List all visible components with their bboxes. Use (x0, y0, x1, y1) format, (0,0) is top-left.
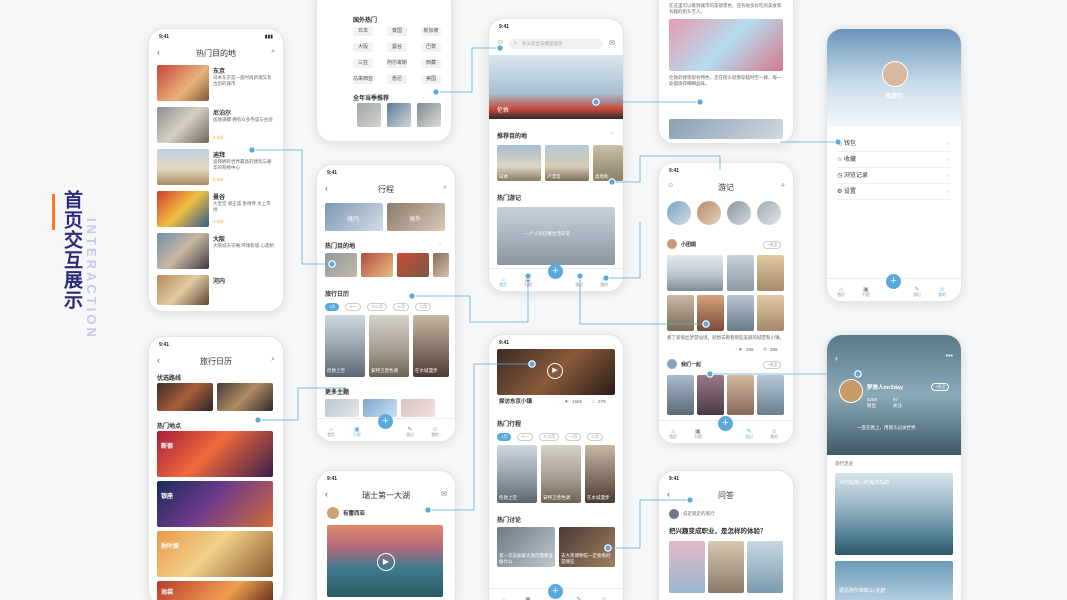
connector-node (834, 138, 842, 146)
connector-node (602, 274, 610, 282)
connector (436, 47, 500, 93)
connector (612, 155, 721, 183)
connector-node (254, 416, 262, 424)
connector (606, 222, 641, 279)
connector-node (696, 98, 704, 106)
connector-node (328, 260, 336, 268)
connector-node (496, 44, 504, 52)
presentation-board: 首页交互展示 INTERACTION 9:41 ▮▮▮ 热门目的地 ‹ ⌕ 东京… (0, 0, 1067, 600)
connector-node (854, 370, 862, 378)
connector-node (576, 272, 584, 280)
connector-node (424, 506, 432, 514)
connector-node (432, 88, 440, 96)
connector (258, 387, 346, 421)
connector (579, 276, 706, 325)
connector (428, 363, 532, 511)
connector-node (706, 370, 714, 378)
connector-node (702, 320, 710, 328)
connector-node (592, 98, 600, 106)
connector-node (248, 146, 256, 154)
connector-node (686, 496, 694, 504)
connector (412, 276, 529, 323)
connector-node (408, 292, 416, 300)
connector-lines (248, 44, 862, 552)
connector-node (528, 360, 536, 368)
connector-node (524, 272, 532, 280)
connector (252, 149, 332, 265)
connector-node (608, 178, 616, 186)
connector (608, 499, 690, 549)
connector-node (604, 544, 612, 552)
